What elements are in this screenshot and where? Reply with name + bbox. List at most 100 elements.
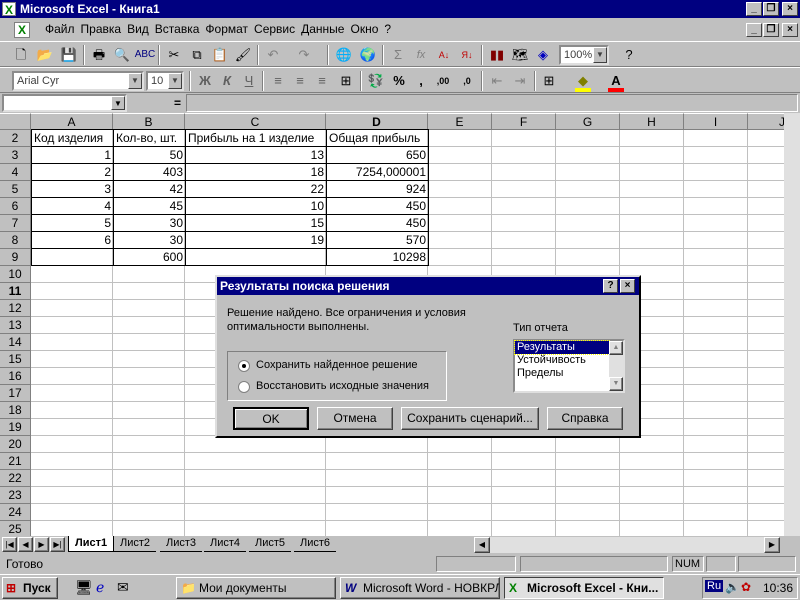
menu-view[interactable]: Вид — [124, 19, 152, 39]
row-header[interactable]: 13 — [0, 317, 31, 334]
increase-decimal-button[interactable]: ,00 — [432, 70, 454, 92]
table-cell[interactable]: 45 — [113, 197, 186, 215]
chevron-down-icon[interactable]: ▼ — [128, 73, 142, 89]
doc-restore-icon[interactable]: ❐ — [763, 23, 779, 37]
map-icon[interactable]: 🗺 — [509, 44, 531, 66]
last-sheet-icon[interactable]: ▶| — [50, 537, 65, 552]
table-cell[interactable]: Общая прибыль — [326, 129, 429, 147]
hyperlink-icon[interactable]: 🌐 — [333, 44, 355, 66]
dialog-close-icon[interactable]: × — [620, 279, 635, 293]
menu-file[interactable]: Файл — [42, 19, 78, 39]
row-header[interactable]: 25 — [0, 521, 31, 536]
table-cell[interactable]: 30 — [113, 214, 186, 232]
report-item-selected[interactable]: Результаты — [514, 340, 610, 355]
excel-app-icon[interactable]: X — [2, 2, 16, 17]
scheduler-icon[interactable]: ✿ — [741, 580, 751, 594]
row-header[interactable]: 17 — [0, 385, 31, 402]
print-icon[interactable]: 🖶 — [88, 44, 110, 66]
table-cell[interactable]: 570 — [326, 231, 429, 249]
scroll-right-icon[interactable]: ▶ — [764, 537, 780, 553]
zoom-select[interactable]: 100% ▼ — [559, 45, 609, 65]
browser-icon[interactable]: ℯ — [96, 579, 104, 596]
row-header[interactable]: 2 — [0, 130, 31, 147]
row-header[interactable]: 9 — [0, 249, 31, 266]
row-header[interactable]: 12 — [0, 300, 31, 317]
table-cell[interactable]: Прибыль на 1 изделие — [185, 129, 327, 147]
close-icon[interactable]: × — [782, 2, 798, 16]
sheet-tab[interactable]: Лист5 — [249, 536, 292, 552]
table-cell[interactable]: 5 — [31, 214, 114, 232]
table-cell[interactable]: 42 — [113, 180, 186, 198]
sheet-tab[interactable]: Лист4 — [204, 536, 247, 552]
column-header[interactable]: B — [113, 113, 185, 130]
column-header[interactable]: C — [185, 113, 326, 130]
copy-icon[interactable]: ⧉ — [186, 44, 208, 66]
table-cell[interactable]: 600 — [113, 248, 186, 266]
table-cell[interactable]: Кол-во, шт. — [113, 129, 186, 147]
row-header[interactable]: 5 — [0, 181, 31, 198]
start-button[interactable]: ⊞ Пуск — [2, 577, 58, 599]
column-header[interactable]: G — [556, 113, 620, 130]
redo-icon[interactable]: ↷ — [293, 44, 315, 66]
ok-button[interactable]: OK — [233, 407, 309, 430]
save-icon[interactable]: 💾 — [58, 44, 80, 66]
column-header[interactable]: D — [326, 113, 428, 130]
percent-button[interactable]: % — [388, 70, 410, 92]
desktop-icon[interactable]: 🖥 — [75, 579, 93, 596]
row-header[interactable]: 7 — [0, 215, 31, 232]
row-header[interactable]: 16 — [0, 368, 31, 385]
vertical-scrollbar[interactable] — [784, 113, 800, 536]
outlook-icon[interactable]: ✉ — [117, 579, 129, 596]
menu-tools[interactable]: Сервис — [251, 19, 298, 39]
increase-indent-icon[interactable]: ⇥ — [509, 70, 531, 92]
sheet-tab[interactable]: Лист6 — [294, 536, 337, 552]
sheet-tab[interactable]: Лист2 — [114, 536, 157, 552]
row-header[interactable]: 19 — [0, 419, 31, 436]
align-right-icon[interactable]: ≡ — [311, 70, 333, 92]
restore-values-radio[interactable] — [238, 381, 250, 393]
column-header[interactable]: E — [428, 113, 492, 130]
row-header[interactable]: 18 — [0, 402, 31, 419]
doc-minimize-icon[interactable]: _ — [746, 23, 762, 37]
table-cell[interactable]: 650 — [326, 146, 429, 164]
column-header[interactable]: A — [31, 113, 113, 130]
decrease-decimal-button[interactable]: ,0 — [456, 70, 478, 92]
table-cell[interactable]: 403 — [113, 163, 186, 181]
open-icon[interactable]: 📂 — [34, 44, 56, 66]
row-header[interactable]: 8 — [0, 232, 31, 249]
prev-sheet-icon[interactable]: ◀ — [18, 537, 33, 552]
merge-center-icon[interactable]: ⊞ — [335, 70, 357, 92]
table-cell[interactable]: 10 — [185, 197, 327, 215]
chevron-down-icon[interactable]: ▼ — [168, 73, 182, 89]
report-item[interactable]: Пределы — [515, 367, 609, 380]
language-indicator[interactable]: Ru — [705, 580, 724, 592]
decrease-indent-icon[interactable]: ⇤ — [486, 70, 508, 92]
table-cell[interactable]: 4 — [31, 197, 114, 215]
paste-icon[interactable]: 📋 — [209, 44, 231, 66]
cut-icon[interactable]: ✂ — [163, 44, 185, 66]
task-button[interactable]: 📁 Мои документы — [176, 577, 336, 599]
menu-format[interactable]: Формат — [202, 19, 251, 39]
borders-icon[interactable]: ⊞ — [538, 70, 560, 92]
row-header[interactable]: 4 — [0, 164, 31, 181]
save-scenario-button[interactable]: Сохранить сценарий... — [401, 407, 539, 430]
menu-data[interactable]: Данные — [298, 19, 347, 39]
column-header[interactable]: I — [684, 113, 748, 130]
dialog-help-icon[interactable]: ? — [603, 279, 618, 293]
help-icon[interactable]: ? — [618, 44, 640, 66]
web-toolbar-icon[interactable]: 🌍 — [357, 44, 379, 66]
function-icon[interactable]: fx — [410, 44, 432, 66]
table-cell[interactable]: 22 — [185, 180, 327, 198]
print-preview-icon[interactable]: 🔍 — [111, 44, 133, 66]
next-sheet-icon[interactable]: ▶ — [34, 537, 49, 552]
chevron-down-icon[interactable]: ▼ — [593, 47, 607, 63]
table-cell[interactable]: 10298 — [326, 248, 429, 266]
select-all-button[interactable] — [0, 113, 31, 130]
cancel-button[interactable]: Отмена — [317, 407, 393, 430]
table-cell[interactable]: 13 — [185, 146, 327, 164]
row-header[interactable]: 15 — [0, 351, 31, 368]
new-icon[interactable]: 🗋 — [10, 44, 32, 66]
speaker-icon[interactable]: 🔈 — [725, 580, 740, 594]
align-left-icon[interactable]: ≡ — [267, 70, 289, 92]
row-header[interactable]: 11 — [0, 283, 31, 300]
